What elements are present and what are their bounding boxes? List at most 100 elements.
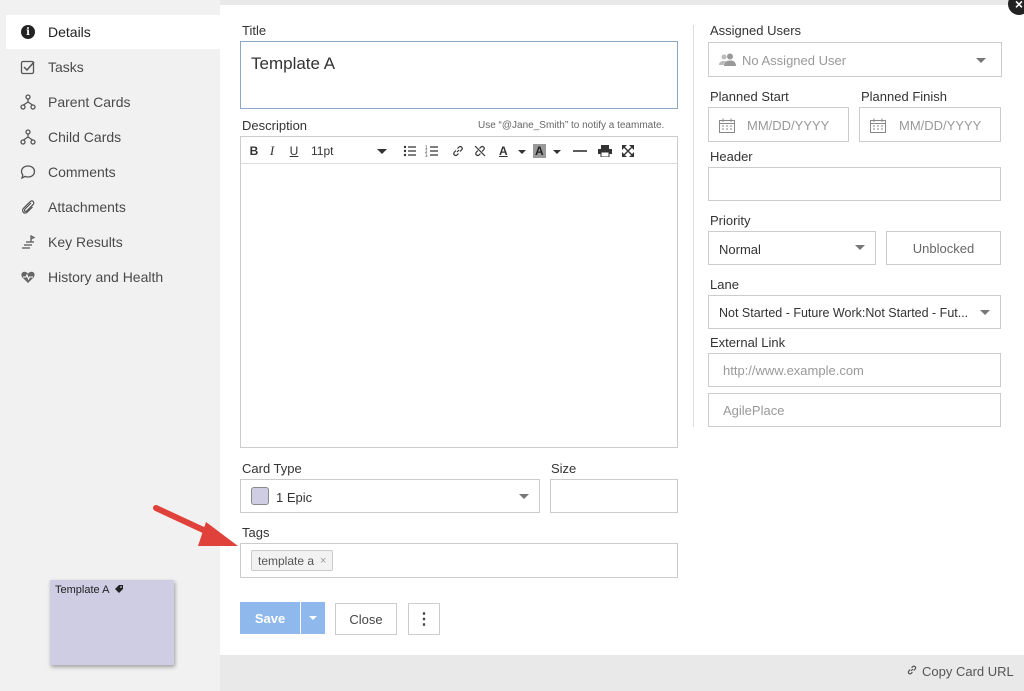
sidebar-item-tasks[interactable]: Tasks bbox=[6, 50, 220, 84]
sidebar-item-details[interactable]: i Details bbox=[6, 15, 220, 49]
chevron-down-icon bbox=[377, 149, 387, 154]
more-vertical-icon: ⋮ bbox=[416, 611, 432, 628]
planned-finish-label: Planned Finish bbox=[861, 89, 947, 104]
chevron-down-icon bbox=[980, 310, 990, 315]
calendar-icon bbox=[870, 118, 886, 138]
sidebar-item-attachments[interactable]: Attachments bbox=[6, 190, 220, 224]
card-details-panel: Title Template A Description Use “@Jane_… bbox=[220, 5, 1024, 655]
planned-start-label: Planned Start bbox=[710, 89, 789, 104]
assigned-users-label: Assigned Users bbox=[710, 23, 802, 38]
more-options-button[interactable]: ⋮ bbox=[408, 603, 440, 635]
header-input[interactable] bbox=[708, 167, 1001, 201]
heart-icon bbox=[20, 269, 36, 285]
size-label: Size bbox=[551, 461, 577, 476]
title-label: Title bbox=[242, 23, 267, 38]
text-color-button[interactable]: A bbox=[499, 143, 526, 159]
description-editor[interactable]: B I U 11pt 123 A A bbox=[240, 136, 678, 448]
chevron-down-icon bbox=[519, 494, 529, 499]
chevron-down-icon bbox=[855, 245, 865, 250]
planned-finish-placeholder: MM/DD/YYYY bbox=[899, 118, 982, 133]
underline-icon[interactable]: U bbox=[288, 143, 300, 159]
key-results-icon bbox=[20, 234, 36, 250]
external-link-label: External Link bbox=[710, 335, 786, 350]
lane-label: Lane bbox=[710, 277, 739, 292]
calendar-icon bbox=[719, 118, 735, 138]
priority-value: Normal bbox=[719, 242, 761, 257]
horizontal-rule-icon[interactable] bbox=[573, 143, 587, 159]
planned-start-input[interactable]: MM/DD/YYYY bbox=[708, 107, 849, 142]
planned-finish-input[interactable]: MM/DD/YYYY bbox=[859, 107, 1001, 142]
fullscreen-icon[interactable] bbox=[621, 143, 635, 159]
sidebar-item-label: Details bbox=[48, 24, 91, 40]
card-type-label: Card Type bbox=[242, 461, 302, 476]
font-size-select[interactable]: 11pt bbox=[311, 143, 387, 159]
bullet-list-icon[interactable] bbox=[403, 143, 417, 159]
assigned-users-select[interactable]: No Assigned User bbox=[708, 42, 1002, 77]
column-divider bbox=[693, 25, 694, 427]
sidebar-item-comments[interactable]: Comments bbox=[6, 155, 220, 189]
description-label: Description bbox=[242, 118, 308, 133]
sidebar-item-label: Tasks bbox=[48, 59, 84, 75]
chevron-down-icon bbox=[553, 150, 561, 154]
card-type-color-swatch bbox=[251, 487, 269, 505]
svg-text:3: 3 bbox=[425, 153, 428, 157]
font-size-value: 11pt bbox=[311, 144, 334, 158]
lane-value: Not Started - Future Work:Not Started - … bbox=[719, 306, 969, 320]
save-button-label: Save bbox=[254, 610, 286, 626]
sidebar-item-child-cards[interactable]: Child Cards bbox=[6, 120, 220, 154]
sidebar-item-history-and-health[interactable]: History and Health bbox=[6, 260, 220, 294]
highlight-color-button[interactable]: A bbox=[533, 143, 561, 159]
priority-select[interactable]: Normal bbox=[708, 231, 876, 265]
copy-card-url-link[interactable]: Copy Card URL bbox=[906, 664, 1014, 679]
checkbox-icon bbox=[20, 59, 36, 75]
title-input[interactable]: Template A bbox=[240, 41, 678, 109]
card-preview[interactable]: Template A bbox=[50, 580, 174, 665]
tag-chip: template a × bbox=[251, 550, 334, 571]
description-hint: Use “@Jane_Smith” to notify a teammate. bbox=[478, 120, 665, 131]
hierarchy-icon bbox=[20, 94, 36, 110]
sidebar-item-label: Key Results bbox=[48, 234, 123, 250]
text-color-icon: A bbox=[499, 144, 508, 158]
card-type-value: 1 Epic bbox=[276, 490, 313, 505]
assigned-users-placeholder: No Assigned User bbox=[742, 53, 847, 68]
paperclip-icon bbox=[20, 199, 36, 215]
editor-toolbar: B I U 11pt 123 A A bbox=[241, 137, 677, 164]
header-label: Header bbox=[710, 149, 753, 164]
chevron-down-icon bbox=[518, 150, 526, 154]
link-icon bbox=[906, 664, 918, 679]
italic-icon[interactable]: I bbox=[266, 143, 278, 159]
annotation-arrow-icon bbox=[153, 505, 238, 546]
priority-label: Priority bbox=[710, 213, 751, 228]
tag-icon bbox=[114, 584, 124, 597]
external-link-url-input[interactable]: http://www.example.com bbox=[708, 353, 1001, 387]
planned-start-placeholder: MM/DD/YYYY bbox=[747, 118, 830, 133]
tags-label: Tags bbox=[242, 525, 270, 540]
tag-remove-icon[interactable]: × bbox=[320, 555, 326, 567]
close-button[interactable]: Close bbox=[335, 603, 397, 635]
blocked-toggle-button[interactable]: Unblocked bbox=[886, 231, 1001, 265]
lane-select[interactable]: Not Started - Future Work:Not Started - … bbox=[708, 295, 1001, 329]
card-preview-title: Template A bbox=[55, 584, 110, 596]
print-icon[interactable] bbox=[598, 143, 612, 159]
sidebar-item-label: Attachments bbox=[48, 199, 126, 215]
sidebar-item-parent-cards[interactable]: Parent Cards bbox=[6, 85, 220, 119]
card-type-select[interactable]: 1 Epic bbox=[240, 479, 540, 513]
hierarchy-icon bbox=[20, 129, 36, 145]
external-link-url-placeholder: http://www.example.com bbox=[723, 363, 864, 378]
size-input[interactable] bbox=[550, 479, 678, 513]
bold-icon[interactable]: B bbox=[248, 143, 260, 159]
link-icon[interactable] bbox=[451, 143, 465, 159]
tags-input[interactable]: template a × bbox=[240, 543, 678, 578]
external-link-title-placeholder: AgilePlace bbox=[723, 403, 785, 418]
save-options-button[interactable] bbox=[301, 602, 325, 634]
tag-chip-label: template a bbox=[258, 553, 315, 568]
unlink-icon[interactable] bbox=[473, 143, 487, 159]
external-link-title-input[interactable]: AgilePlace bbox=[708, 393, 1001, 427]
sidebar-item-key-results[interactable]: Key Results bbox=[6, 225, 220, 259]
users-icon bbox=[719, 53, 737, 71]
sidebar-item-label: History and Health bbox=[48, 269, 164, 285]
sidebar-item-label: Comments bbox=[48, 164, 116, 180]
save-button[interactable]: Save bbox=[240, 602, 300, 634]
info-icon: i bbox=[20, 24, 36, 40]
numbered-list-icon[interactable]: 123 bbox=[425, 143, 439, 159]
